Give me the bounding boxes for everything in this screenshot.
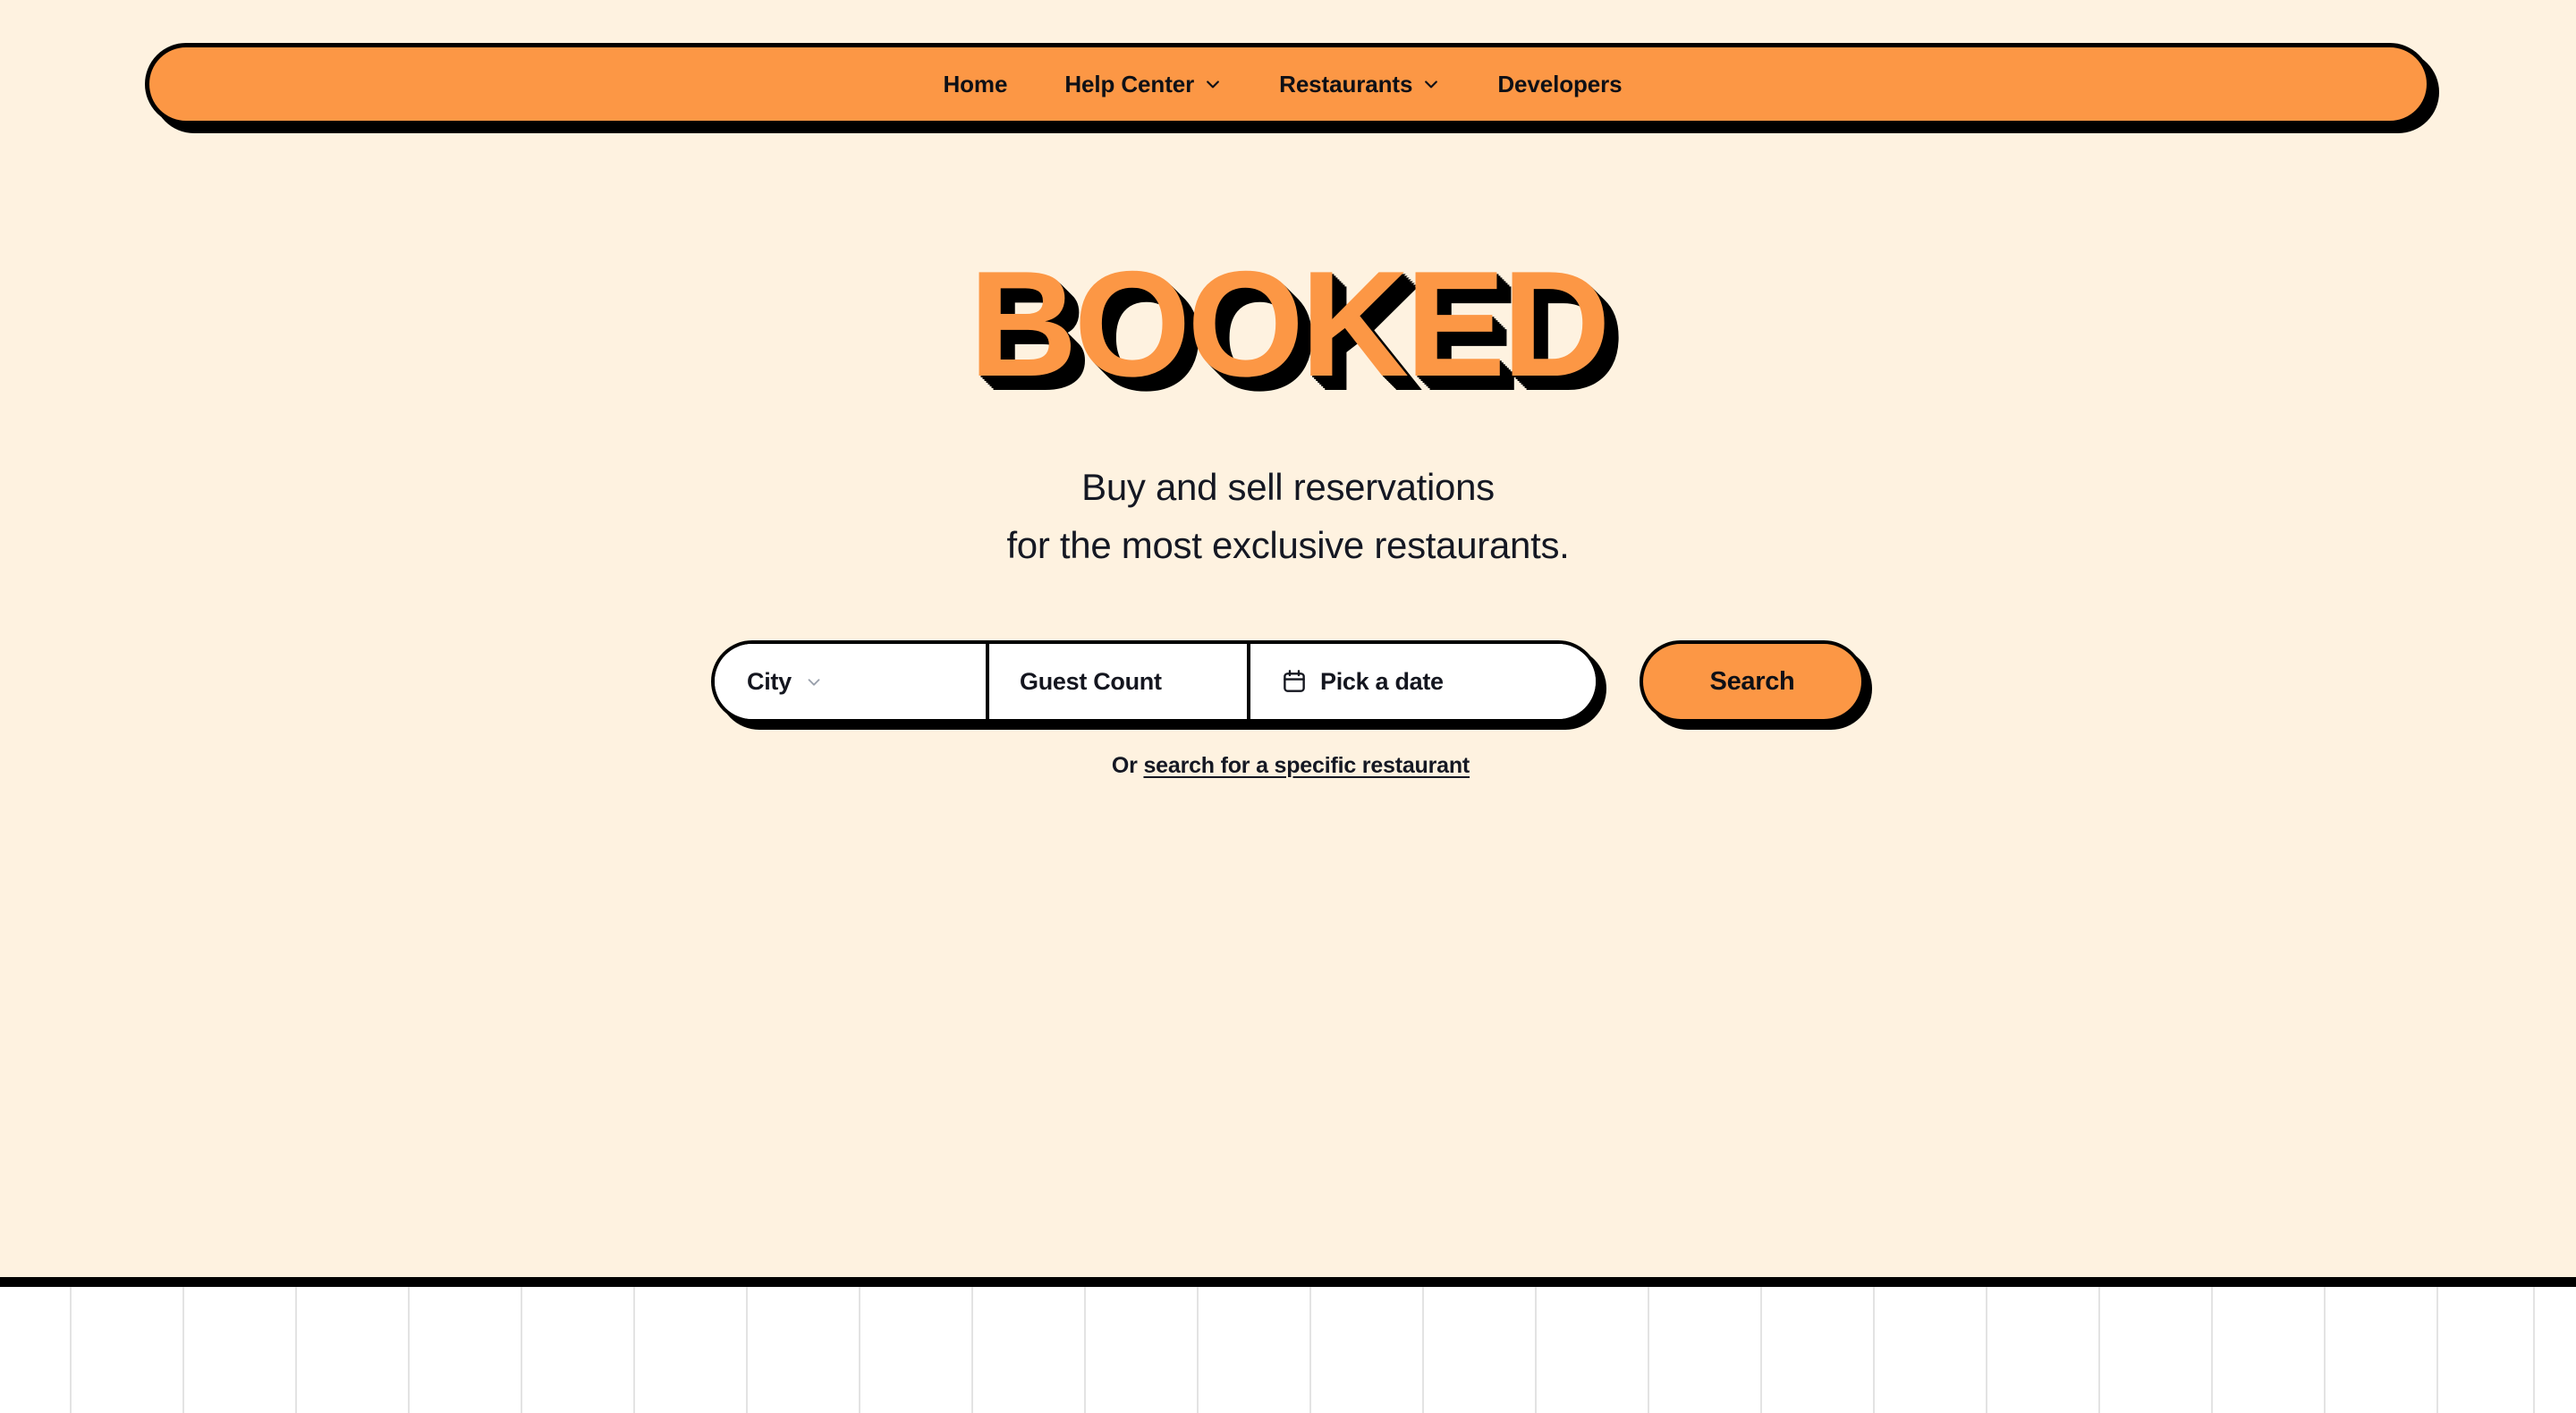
nav-item-developers[interactable]: Developers bbox=[1469, 62, 1650, 107]
hero-tagline: Buy and sell reservations for the most e… bbox=[0, 458, 2576, 574]
city-select-label: City bbox=[747, 667, 792, 695]
brand-logo: BOOKED bbox=[969, 240, 1610, 408]
nav-item-label: Developers bbox=[1497, 70, 1623, 97]
chevron-down-icon bbox=[1204, 75, 1222, 93]
grid-band-section bbox=[0, 1287, 2576, 1413]
nav-item-help-center[interactable]: Help Center bbox=[1036, 62, 1250, 107]
section-divider-rule bbox=[0, 1277, 2576, 1287]
page-root: Home Help Center Restaurants Developers … bbox=[0, 0, 2576, 1413]
nav-item-label: Help Center bbox=[1064, 70, 1195, 97]
navbar-container: Home Help Center Restaurants Developers bbox=[0, 0, 2576, 125]
hero-section: Home Help Center Restaurants Developers … bbox=[0, 0, 2576, 1277]
chevron-down-icon bbox=[1422, 75, 1440, 93]
search-specific-restaurant-link[interactable]: search for a specific restaurant bbox=[1143, 753, 1470, 778]
nav-item-restaurants[interactable]: Restaurants bbox=[1250, 62, 1469, 107]
nav-item-label: Restaurants bbox=[1279, 70, 1413, 97]
brand-logo-container: BOOKED bbox=[0, 249, 2576, 399]
search-button[interactable]: Search bbox=[1640, 640, 1865, 723]
guest-count-placeholder: Guest Count bbox=[1020, 667, 1162, 695]
tagline-line-1: Buy and sell reservations bbox=[1081, 466, 1495, 508]
chevron-down-icon bbox=[804, 672, 824, 691]
nav-item-label: Home bbox=[943, 70, 1008, 97]
date-picker-label: Pick a date bbox=[1320, 667, 1444, 695]
alternate-search-prefix: Or bbox=[1111, 753, 1138, 779]
city-select[interactable]: City bbox=[715, 644, 986, 720]
alternate-search-prompt: Or search for a specific restaurant bbox=[0, 753, 2576, 779]
date-picker[interactable]: Pick a date bbox=[1247, 644, 1596, 720]
tagline-line-2: for the most exclusive restaurants. bbox=[1006, 524, 1570, 567]
search-bar: City Guest Count Pick a date bbox=[711, 640, 1599, 723]
calendar-icon bbox=[1281, 668, 1308, 695]
main-navbar: Home Help Center Restaurants Developers bbox=[145, 43, 2431, 125]
nav-item-home[interactable]: Home bbox=[918, 62, 1036, 107]
search-row: City Guest Count Pick a date Search bbox=[0, 640, 2576, 723]
nav-links: Home Help Center Restaurants Developers bbox=[918, 62, 1650, 107]
guest-count-input[interactable]: Guest Count bbox=[986, 644, 1247, 720]
